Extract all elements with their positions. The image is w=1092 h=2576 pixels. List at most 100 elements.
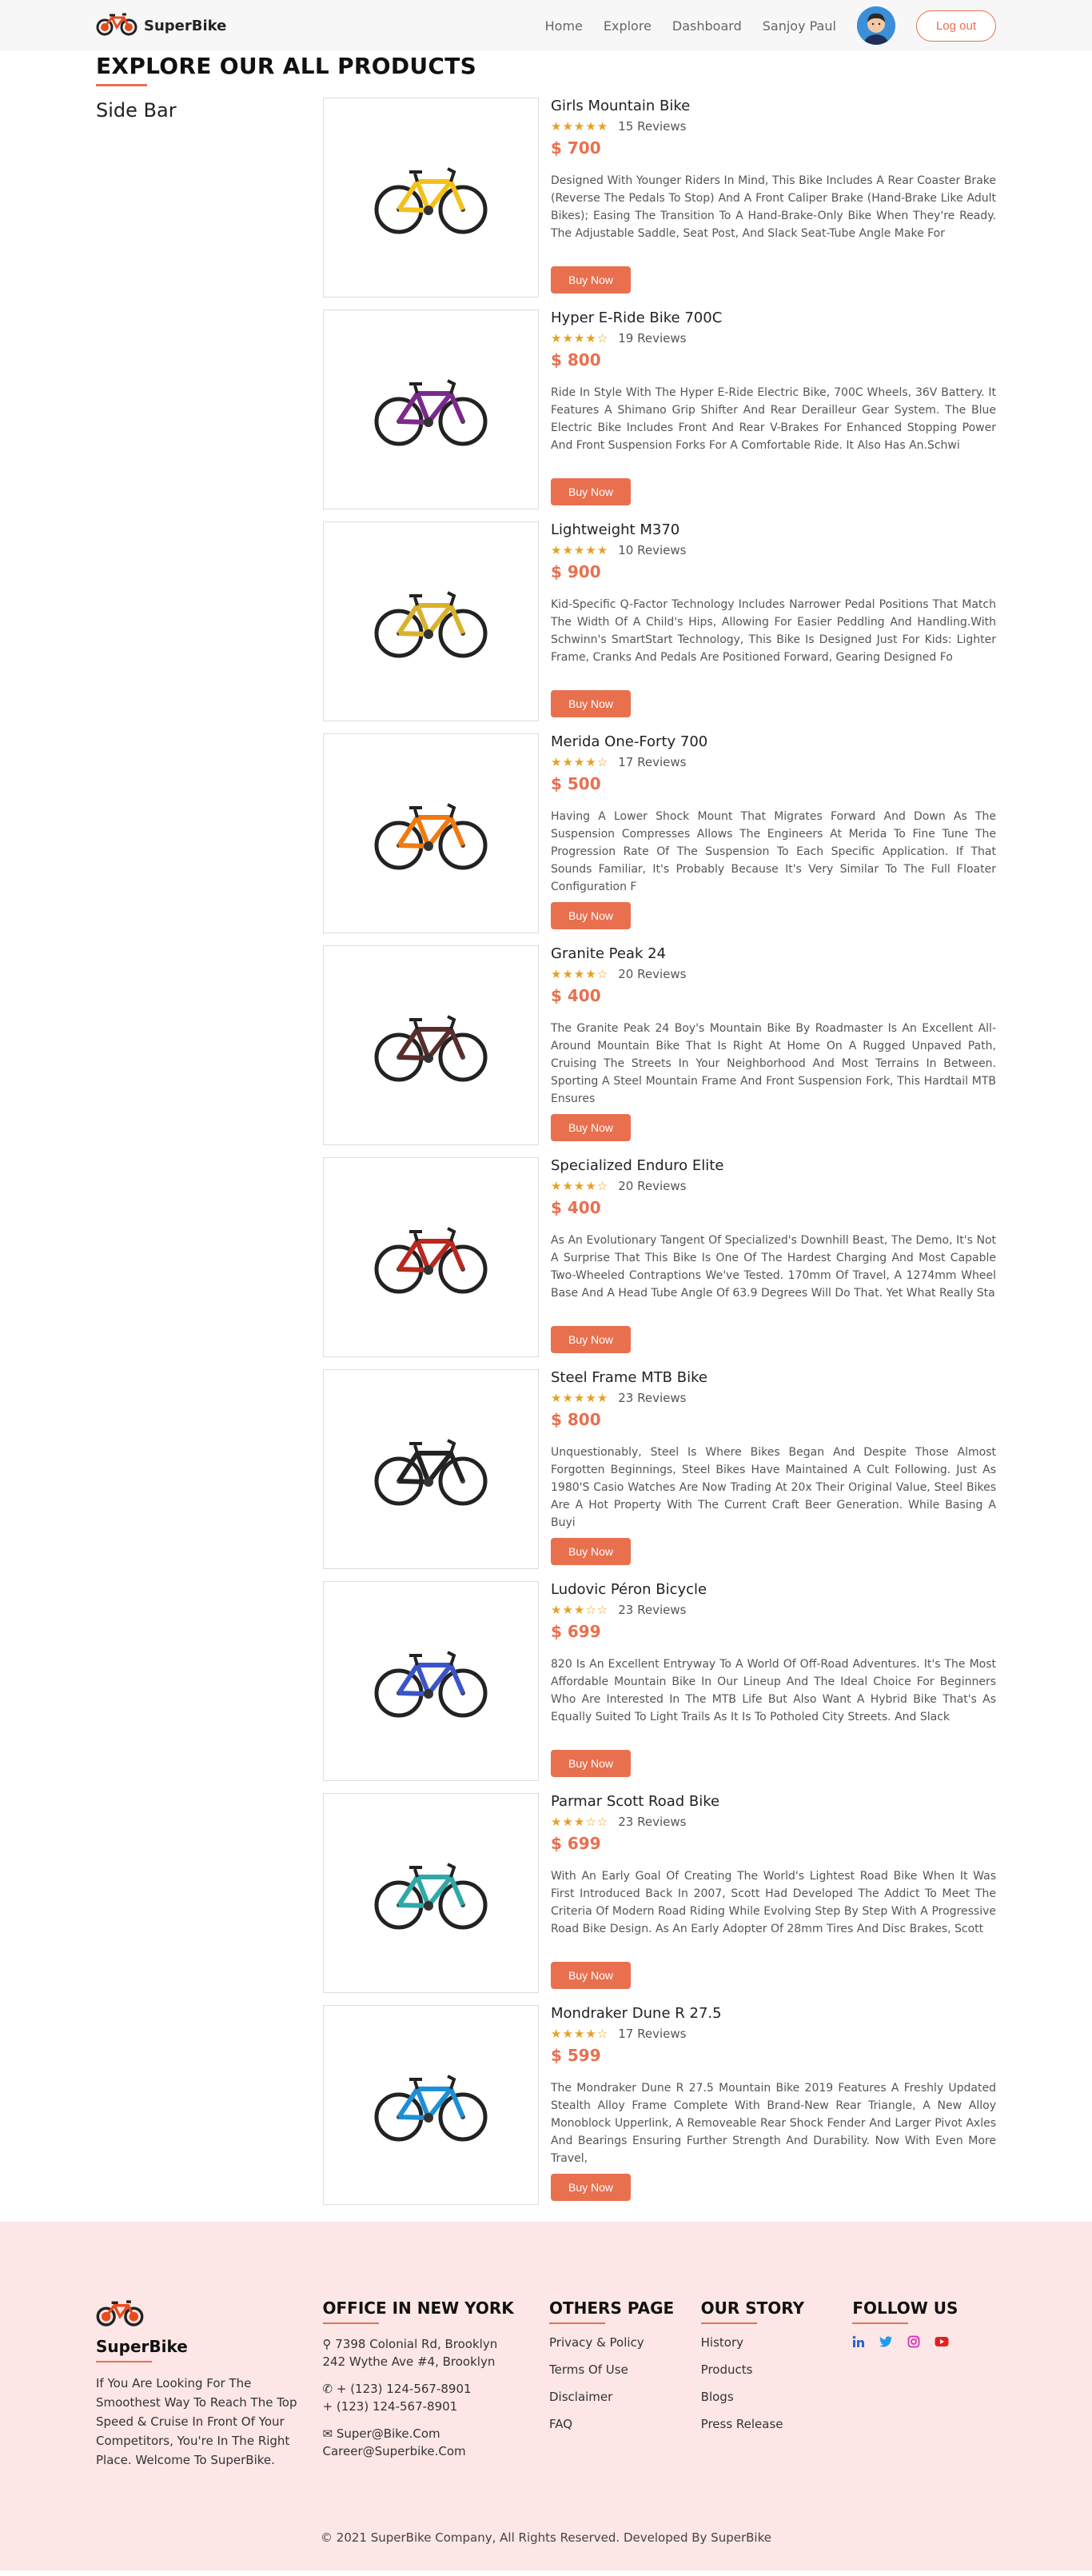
product-price: $ 900 (551, 562, 601, 581)
linkedin-icon[interactable] (852, 2335, 865, 2351)
avatar[interactable] (856, 6, 895, 45)
star-rating-icon: ★★★★★ (551, 119, 609, 134)
footer: SuperBike If You Are Looking For The Smo… (0, 2222, 1092, 2570)
footer-link-faq[interactable]: FAQ (549, 2417, 701, 2431)
product-price: $ 400 (551, 1198, 601, 1217)
footer-underline (852, 2322, 909, 2324)
product-card: Mondraker Dune R 27.5 ★★★★☆ 17 Reviews $ 59… (323, 2005, 996, 2217)
footer-about-text: If You Are Looking For The Smoothest Way… (96, 2376, 297, 2467)
user-name: Sanjoy Paul (762, 18, 836, 34)
product-description: 820 Is An Excellent Entryway To A World … (551, 1658, 996, 1723)
buy-now-button[interactable]: Buy Now (551, 1114, 632, 1141)
product-description: As An Evolutionary Tangent Of Specialize… (551, 1234, 996, 1300)
product-name: Steel Frame MTB Bike (551, 1369, 707, 1386)
review-count: 20 Reviews (618, 967, 687, 981)
product-description: Ride In Style With The Hyper E-Ride Elec… (551, 386, 996, 452)
footer-underline (322, 2322, 379, 2324)
nav-home-link[interactable]: Home (545, 18, 583, 34)
buy-now-button[interactable]: Buy Now (551, 690, 632, 717)
product-price: $ 400 (551, 986, 601, 1005)
review-count: 17 Reviews (618, 755, 687, 769)
footer-link-products[interactable]: Products (701, 2362, 853, 2377)
review-count: 23 Reviews (618, 1391, 687, 1405)
product-price: $ 800 (551, 1410, 601, 1429)
product-card: Ludovic Péron Bicycle ★★★☆☆ 23 Reviews $ 69… (323, 1581, 996, 1793)
product-description: With An Early Goal Of Creating The World… (551, 1870, 996, 1935)
product-description: Having A Lower Shock Mount That Migrates… (551, 810, 996, 893)
office-address-2: 242 Wythe Ave #4, Brooklyn (322, 2354, 496, 2369)
product-image[interactable] (323, 733, 539, 933)
star-rating-icon: ★★★★☆ (551, 755, 609, 769)
product-image[interactable] (323, 1157, 539, 1357)
buy-now-button[interactable]: Buy Now (551, 1326, 632, 1353)
phone-icon: ✆ (322, 2382, 333, 2396)
product-image[interactable] (323, 945, 539, 1145)
footer-link-history[interactable]: History (701, 2335, 853, 2350)
product-description: The Granite Peak 24 Boy's Mountain Bike … (551, 1022, 996, 1105)
youtube-icon[interactable] (935, 2335, 949, 2351)
office-address-1: ⚲ 7398 Colonial Rd, Brooklyn (322, 2337, 498, 2351)
product-description: Designed With Younger Riders In Mind, Th… (551, 174, 996, 240)
product-image[interactable] (323, 2005, 539, 2205)
story-heading: OUR STORY (700, 2298, 805, 2318)
product-description: Kid-Specific Q-Factor Technology Include… (551, 598, 996, 664)
footer-link-disclaimer[interactable]: Disclaimer (549, 2390, 701, 2404)
buy-now-button[interactable]: Buy Now (551, 1750, 632, 1777)
buy-now-button[interactable]: Buy Now (551, 1962, 632, 1989)
envelope-icon: ✉ (322, 2426, 333, 2441)
product-image[interactable] (323, 521, 539, 721)
star-rating-icon: ★★★★★ (551, 1391, 609, 1405)
product-description: The Mondraker Dune R 27.5 Mountain Bike … (551, 2082, 996, 2165)
star-rating-icon: ★★★☆☆ (551, 1815, 609, 1829)
buy-now-button[interactable]: Buy Now (551, 266, 632, 294)
star-rating-icon: ★★★★★ (551, 543, 609, 557)
buy-now-button[interactable]: Buy Now (551, 478, 632, 505)
map-marker-icon: ⚲ (322, 2337, 332, 2351)
footer-brand: SuperBike (96, 2337, 188, 2356)
star-rating-icon: ★★★★☆ (551, 1179, 609, 1193)
product-card: Specialized Enduro Elite ★★★★☆ 20 Reviews $… (323, 1157, 996, 1369)
product-card: Lightweight M370 ★★★★★ 10 Reviews $ 900 Kid-… (323, 521, 996, 733)
footer-link-privacy[interactable]: Privacy & Policy (549, 2335, 701, 2350)
twitter-icon[interactable] (879, 2335, 893, 2351)
follow-heading: FOLLOW US (852, 2298, 958, 2318)
footer-link-press[interactable]: Press Release (701, 2417, 853, 2431)
product-image[interactable] (323, 1369, 539, 1569)
product-name: Ludovic Péron Bicycle (551, 1581, 707, 1598)
footer-underline (549, 2322, 605, 2324)
buy-now-button[interactable]: Buy Now (551, 1538, 632, 1565)
product-image[interactable] (323, 1793, 539, 1993)
office-email-2[interactable]: Career@Superbike.Com (323, 2442, 550, 2460)
footer-link-blogs[interactable]: Blogs (701, 2390, 853, 2404)
product-price: $ 800 (551, 350, 601, 369)
star-rating-icon: ★★★☆☆ (551, 1603, 609, 1617)
product-card: Hyper E-Ride Bike 700C ★★★★☆ 19 Reviews $ 8… (323, 310, 996, 521)
product-image[interactable] (323, 310, 539, 509)
review-count: 19 Reviews (618, 331, 687, 345)
product-name: Hyper E-Ride Bike 700C (551, 310, 723, 326)
nav-explore-link[interactable]: Explore (604, 18, 652, 34)
product-price: $ 699 (551, 1622, 601, 1641)
brand-name: SuperBike (144, 17, 227, 34)
product-card: Steel Frame MTB Bike ★★★★★ 23 Reviews $ 800… (323, 1369, 996, 1581)
buy-now-button[interactable]: Buy Now (551, 902, 632, 929)
buy-now-button[interactable]: Buy Now (551, 2174, 632, 2201)
product-name: Merida One-Forty 700 (551, 733, 708, 750)
title-underline (96, 84, 147, 86)
logout-button[interactable]: Log out (915, 10, 996, 42)
star-rating-icon: ★★★★☆ (551, 967, 609, 981)
navbar: SuperBike Home Explore Dashboard Sanjoy … (0, 0, 1092, 51)
product-price: $ 700 (551, 138, 601, 158)
product-name: Granite Peak 24 (551, 945, 667, 962)
sidebar: Side Bar (96, 99, 177, 122)
instagram-icon[interactable] (907, 2335, 920, 2351)
nav-dashboard-link[interactable]: Dashboard (672, 18, 742, 34)
review-count: 15 Reviews (618, 119, 687, 134)
brand[interactable]: SuperBike (96, 12, 226, 39)
product-price: $ 599 (551, 2046, 601, 2065)
footer-link-terms[interactable]: Terms Of Use (549, 2362, 701, 2377)
office-email-1: ✉ Super@Bike.Com (322, 2426, 440, 2441)
product-image[interactable] (323, 1581, 539, 1781)
product-image[interactable] (323, 98, 539, 298)
footer-underline (96, 2361, 152, 2362)
